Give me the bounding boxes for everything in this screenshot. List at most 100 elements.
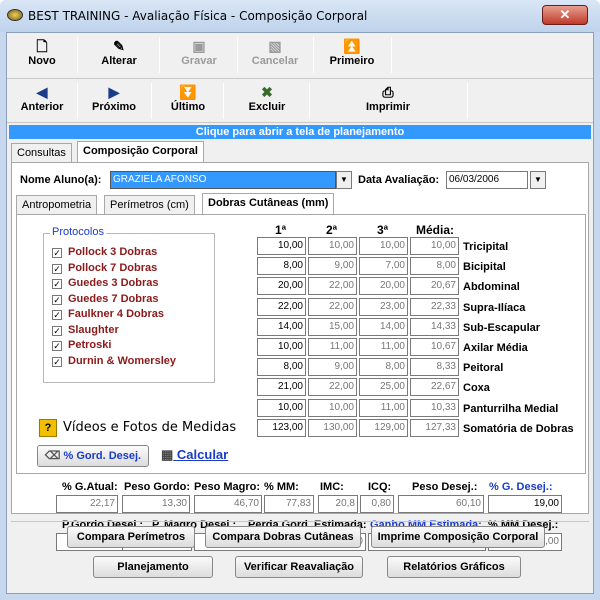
proximo-label: Próximo xyxy=(91,101,136,113)
tab-perimetros[interactable]: Perímetros (cm) xyxy=(104,195,195,215)
close-button[interactable]: ✕ xyxy=(542,5,588,25)
protocol-label: Slaughter xyxy=(68,323,119,336)
main-panel: Nome Aluno(a): GRAZIELA AFONSO ▼ Data Av… xyxy=(11,162,589,551)
measure-value-field[interactable]: 22,00 xyxy=(308,277,357,296)
measure-value-field[interactable]: 130,00 xyxy=(308,418,357,437)
videos-fotos-link[interactable]: Vídeos e Fotos de Medidas xyxy=(63,420,236,435)
protocol-label: Faulkner 4 Dobras xyxy=(68,308,164,320)
measure-value-field[interactable]: 8,00 xyxy=(359,358,408,377)
protocol-label: Guedes 3 Dobras xyxy=(68,277,159,289)
measure-value-field[interactable]: 10,67 xyxy=(410,338,459,356)
date-dropdown-button[interactable]: ▼ xyxy=(530,171,546,189)
toolbar-bottom: ◀ Anterior ▶ Próximo ⏬ Último ✖ Excluir … xyxy=(7,79,593,123)
measure-value-field[interactable]: 10,33 xyxy=(410,398,459,417)
measure-value-field[interactable]: 22,00 xyxy=(257,297,306,316)
new-file-icon: 🗋 xyxy=(36,38,48,54)
measure-value-field[interactable]: 9,00 xyxy=(308,257,357,276)
measure-value-field[interactable]: 10,00 xyxy=(257,237,306,255)
measure-name: Sub-Escapular xyxy=(463,321,541,334)
measure-value-field[interactable]: 8,33 xyxy=(410,358,459,377)
measure-value-field[interactable]: 14,00 xyxy=(359,317,408,336)
result-value-field[interactable]: 19,00 xyxy=(488,495,562,513)
measure-value-field[interactable]: 20,67 xyxy=(410,277,459,296)
protocol-checkbox[interactable]: ✓ xyxy=(52,279,62,289)
measure-value-field[interactable]: 10,00 xyxy=(359,237,408,255)
protocol-checkbox[interactable]: ✓ xyxy=(52,248,62,258)
protocol-checkbox[interactable]: ✓ xyxy=(52,294,62,305)
measure-value-field[interactable]: 7,00 xyxy=(359,257,408,276)
measure-value-field[interactable]: 22,00 xyxy=(308,378,357,397)
compara-dobras-button[interactable]: Compara Dobras Cutâneas xyxy=(205,526,361,548)
ultimo-button[interactable]: ⏬ Último xyxy=(157,81,219,121)
measure-value-field[interactable]: 10,00 xyxy=(257,398,306,417)
next-icon: ▶ xyxy=(108,84,120,100)
measure-value-field[interactable]: 127,33 xyxy=(410,418,459,437)
protocol-checkbox[interactable]: ✓ xyxy=(52,356,62,367)
measure-value-field[interactable]: 10,00 xyxy=(410,237,459,255)
last-record-icon: ⏬ xyxy=(179,84,197,100)
gord-desej-button[interactable]: ⌫ % Gord. Desej. xyxy=(37,445,149,467)
data-avaliacao-field[interactable]: 06/03/2006 xyxy=(446,171,528,189)
app-icon xyxy=(7,9,23,21)
planejamento-button[interactable]: Planejamento xyxy=(93,556,213,578)
aluno-dropdown-button[interactable]: ▼ xyxy=(336,171,352,189)
calcular-button[interactable]: ▦ Calcular xyxy=(161,447,228,463)
novo-button[interactable]: 🗋 Novo xyxy=(11,35,73,75)
measure-value-field[interactable]: 9,00 xyxy=(308,358,357,377)
separator xyxy=(159,37,160,73)
imprime-composicao-button[interactable]: Imprime Composição Corporal xyxy=(371,526,545,548)
tab-dobras-cutaneas[interactable]: Dobras Cutâneas (mm) xyxy=(202,193,335,215)
alterar-button[interactable]: ✎ Alterar xyxy=(83,35,155,75)
measure-value-field[interactable]: 123,00 xyxy=(257,418,306,437)
measure-value-field[interactable]: 23,00 xyxy=(359,297,408,316)
measure-name: Bicipital xyxy=(463,261,506,274)
result-value-field: 20,8 xyxy=(318,495,358,513)
tab-antropometria[interactable]: Antropometria xyxy=(16,195,98,215)
imprimir-button[interactable]: ⎙ Imprimir xyxy=(313,81,463,121)
planning-banner[interactable]: Clique para abrir a tela de planejamento xyxy=(9,125,591,139)
measure-value-field[interactable]: 14,00 xyxy=(257,317,306,336)
tab-consultas[interactable]: Consultas xyxy=(11,143,72,163)
measure-value-field[interactable]: 20,00 xyxy=(257,277,306,296)
measure-name: Supra-Ilíaca xyxy=(463,301,526,314)
protocol-label: Durnin & Womersley xyxy=(68,354,176,367)
measure-value-field[interactable]: 8,00 xyxy=(410,257,459,276)
cancelar-button[interactable]: ▧ Cancelar xyxy=(241,35,309,75)
tab-composicao-corporal[interactable]: Composição Corporal xyxy=(77,141,204,163)
verificar-reavaliacao-button[interactable]: Verificar Reavaliação xyxy=(235,556,363,578)
gravar-button[interactable]: ▣ Gravar xyxy=(165,35,233,75)
measure-value-field[interactable]: 8,00 xyxy=(257,257,306,276)
help-icon[interactable]: ? xyxy=(39,419,57,437)
measure-value-field[interactable]: 11,00 xyxy=(359,398,408,417)
primeiro-button[interactable]: ⏫ Primeiro xyxy=(317,35,387,75)
measure-value-field[interactable]: 129,00 xyxy=(359,418,408,437)
measure-value-field[interactable]: 8,00 xyxy=(257,358,306,377)
measure-value-field[interactable]: 11,00 xyxy=(308,338,357,356)
measure-value-field[interactable]: 25,00 xyxy=(359,378,408,397)
measure-value-field[interactable]: 15,00 xyxy=(308,317,357,336)
protocol-checkbox[interactable]: ✓ xyxy=(52,263,62,274)
measure-value-field[interactable]: 22,33 xyxy=(410,297,459,316)
measure-value-field[interactable]: 14,33 xyxy=(410,317,459,336)
separator xyxy=(313,37,314,73)
excluir-button[interactable]: ✖ Excluir xyxy=(229,81,305,121)
measure-value-field[interactable]: 10,00 xyxy=(308,237,357,255)
measure-value-field[interactable]: 22,00 xyxy=(308,297,357,316)
aluno-select[interactable]: GRAZIELA AFONSO xyxy=(110,171,336,189)
measure-name: Tricipital xyxy=(463,241,509,253)
protocol-checkbox[interactable]: ✓ xyxy=(52,325,62,336)
relatorios-graficos-button[interactable]: Relatórios Gráficos xyxy=(387,556,521,578)
measure-value-field[interactable]: 10,00 xyxy=(308,398,357,417)
protocol-checkbox[interactable]: ✓ xyxy=(52,341,62,351)
measure-value-field[interactable]: 20,00 xyxy=(359,277,408,296)
measure-value-field[interactable]: 10,00 xyxy=(257,338,306,356)
protocol-checkbox[interactable]: ✓ xyxy=(52,310,62,320)
measure-value-field[interactable]: 21,00 xyxy=(257,378,306,397)
title-bar[interactable]: BEST TRAINING - Avaliação Física - Compo… xyxy=(0,0,600,32)
novo-label: Novo xyxy=(28,55,56,67)
proximo-button[interactable]: ▶ Próximo xyxy=(81,81,147,121)
measure-value-field[interactable]: 22,67 xyxy=(410,378,459,397)
measure-value-field[interactable]: 11,00 xyxy=(359,338,408,356)
anterior-button[interactable]: ◀ Anterior xyxy=(11,81,73,121)
compara-perimetros-button[interactable]: Compara Perímetros xyxy=(67,526,195,548)
